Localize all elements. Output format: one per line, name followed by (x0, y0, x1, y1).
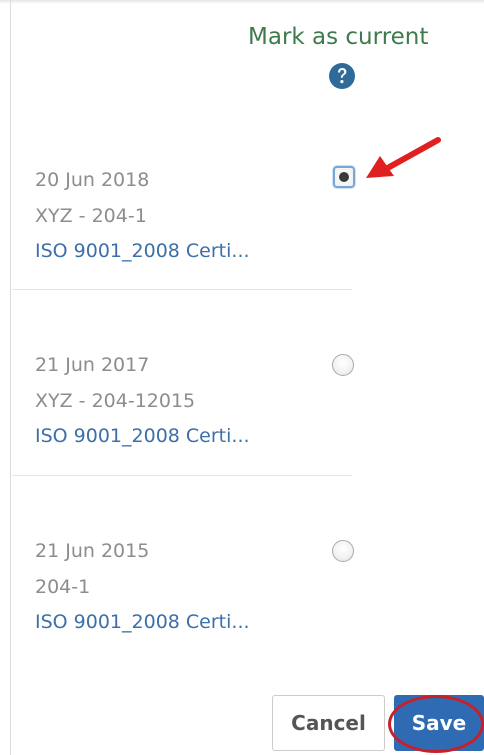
panel-top-edge (0, 0, 484, 4)
save-highlight-circle-annotation (388, 695, 484, 753)
record-date: 21 Jun 2015 (35, 540, 150, 562)
mark-as-current-header: Mark as current (248, 24, 429, 50)
question-circle-icon[interactable] (328, 62, 356, 90)
mark-current-panel: Mark as current 20 Jun 2018 XYZ - 204-1 … (0, 0, 484, 755)
panel-left-border (10, 0, 11, 755)
cancel-button[interactable]: Cancel (272, 695, 385, 751)
record-divider (12, 289, 352, 290)
record-code: XYZ - 204-12015 (35, 390, 196, 412)
red-arrow-annotation-icon (366, 137, 441, 178)
record-document-link[interactable]: ISO 9001_2008 Certi... (35, 425, 250, 447)
mark-current-radio[interactable] (332, 354, 354, 376)
record-date: 21 Jun 2017 (35, 354, 150, 376)
mark-current-radio[interactable] (332, 540, 354, 562)
record-document-link[interactable]: ISO 9001_2008 Certi... (35, 611, 250, 633)
record-code: XYZ - 204-1 (35, 205, 147, 227)
record-code: 204-1 (35, 576, 91, 598)
mark-current-radio-selected[interactable] (333, 166, 355, 188)
record-divider (12, 475, 352, 476)
radio-dot (339, 172, 349, 182)
record-document-link[interactable]: ISO 9001_2008 Certi... (35, 240, 250, 262)
record-date: 20 Jun 2018 (35, 169, 150, 191)
